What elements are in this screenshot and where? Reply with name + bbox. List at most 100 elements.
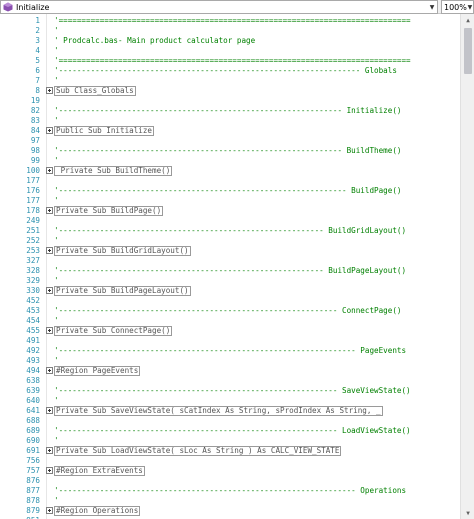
code-line[interactable]: 251 '------------------------------------…: [0, 226, 458, 236]
code-line[interactable]: 3 ' Prodcalc.bas- Main product calculator…: [0, 36, 458, 46]
code-line[interactable]: 99 ': [0, 156, 458, 166]
expand-toggle-icon[interactable]: [46, 327, 53, 334]
code-line[interactable]: 879 #Region Operations: [0, 506, 458, 516]
code-line[interactable]: 452: [0, 296, 458, 306]
comment-text: ': [54, 436, 59, 445]
outline-guide: [40, 477, 46, 485]
scroll-up-arrow-icon[interactable]: ▲: [461, 14, 474, 26]
code-line[interactable]: 454 ': [0, 316, 458, 326]
code-line[interactable]: 638: [0, 376, 458, 386]
line-number: 5: [35, 56, 40, 65]
zoom-dropdown[interactable]: 100% ▼: [441, 0, 474, 14]
collapsed-block[interactable]: Sub Class_Globals: [54, 86, 136, 96]
code-line[interactable]: 494 #Region PageEvents: [0, 366, 458, 376]
code-line[interactable]: 83 ': [0, 116, 458, 126]
code-line[interactable]: 328 '------------------------------------…: [0, 266, 458, 276]
code-line[interactable]: 756: [0, 456, 458, 466]
code-line[interactable]: 689 '------------------------------------…: [0, 426, 458, 436]
collapsed-block[interactable]: Private Sub SaveViewState( sCatIndex As …: [54, 406, 383, 416]
expand-toggle-icon[interactable]: [46, 167, 53, 174]
code-line[interactable]: 177: [0, 176, 458, 186]
expand-toggle-icon[interactable]: [46, 87, 53, 94]
code-line[interactable]: 252 ': [0, 236, 458, 246]
collapsed-block[interactable]: Private Sub BuildTheme(): [54, 166, 173, 176]
code-line[interactable]: 2 ': [0, 26, 458, 36]
collapsed-block[interactable]: Private Sub LoadViewState( sLoc As Strin…: [54, 446, 342, 456]
code-line[interactable]: 878 ': [0, 496, 458, 506]
code-line[interactable]: 493 ': [0, 356, 458, 366]
code-line[interactable]: 5 '======================================…: [0, 56, 458, 66]
comment-text: ': [54, 196, 59, 205]
expand-toggle-icon[interactable]: [46, 507, 53, 514]
code-line[interactable]: 690 ': [0, 436, 458, 446]
line-number: 690: [26, 436, 40, 445]
code-line[interactable]: 688: [0, 416, 458, 426]
expand-toggle-icon[interactable]: [46, 447, 53, 454]
code-line[interactable]: 177 ': [0, 196, 458, 206]
member-dropdown[interactable]: Initialize ▼: [0, 0, 438, 14]
code-text: Private Sub ConnectPage(): [54, 326, 173, 336]
code-line[interactable]: 640 ': [0, 396, 458, 406]
code-line[interactable]: 329 ': [0, 276, 458, 286]
code-line[interactable]: 492 '------------------------------------…: [0, 346, 458, 356]
code-line[interactable]: 491: [0, 336, 458, 346]
code-line[interactable]: 1 '======================================…: [0, 16, 458, 26]
outline-guide: [40, 257, 46, 265]
code-line[interactable]: 8 Sub Class_Globals: [0, 86, 458, 96]
code-line[interactable]: 6 '--------------------------------------…: [0, 66, 458, 76]
outline-guide: [40, 67, 46, 75]
expand-toggle-icon[interactable]: [46, 127, 53, 134]
collapsed-block[interactable]: Private Sub BuildPage(): [54, 206, 164, 216]
code-line[interactable]: 641 Private Sub SaveViewState( sCatIndex …: [0, 406, 458, 416]
code-line[interactable]: 100 Private Sub BuildTheme(): [0, 166, 458, 176]
code-line[interactable]: 639 '------------------------------------…: [0, 386, 458, 396]
collapsed-block[interactable]: Private Sub BuildPageLayout(): [54, 286, 191, 296]
code-line[interactable]: 4 ': [0, 46, 458, 56]
expand-toggle-icon[interactable]: [46, 367, 53, 374]
outline-guide: [40, 307, 46, 315]
code-line[interactable]: 877 '------------------------------------…: [0, 486, 458, 496]
code-line[interactable]: 253 Private Sub BuildGridLayout(): [0, 246, 458, 256]
code-line[interactable]: 98 '-------------------------------------…: [0, 146, 458, 156]
outline-guide: [40, 197, 46, 205]
code-line[interactable]: 453 '------------------------------------…: [0, 306, 458, 316]
collapsed-block[interactable]: Private Sub BuildGridLayout(): [54, 246, 191, 256]
code-text: Sub Class_Globals: [54, 86, 136, 96]
collapsed-block[interactable]: #Region ExtraEvents: [54, 466, 145, 476]
code-line[interactable]: 7 ': [0, 76, 458, 86]
expand-toggle-icon[interactable]: [46, 247, 53, 254]
scroll-down-arrow-icon[interactable]: ▼: [461, 507, 474, 519]
code-line[interactable]: 455 Private Sub ConnectPage(): [0, 326, 458, 336]
code-text: Private Sub BuildPage(): [54, 206, 164, 216]
chevron-down-icon[interactable]: ▼: [427, 1, 437, 13]
expand-toggle-icon[interactable]: [46, 467, 53, 474]
collapsed-block[interactable]: Private Sub ConnectPage(): [54, 326, 173, 336]
code-line[interactable]: 330 Private Sub BuildPageLayout(): [0, 286, 458, 296]
code-line[interactable]: 176 '------------------------------------…: [0, 186, 458, 196]
collapsed-block[interactable]: #Region Operations: [54, 506, 141, 516]
vertical-scrollbar[interactable]: ▲ ▼: [460, 14, 474, 519]
code-line[interactable]: 84 Public Sub Initialize: [0, 126, 458, 136]
collapsed-block[interactable]: Public Sub Initialize: [54, 126, 155, 136]
code-line[interactable]: 178 Private Sub BuildPage(): [0, 206, 458, 216]
expand-toggle-icon[interactable]: [46, 407, 53, 414]
scrollbar-thumb[interactable]: [464, 28, 472, 74]
code-line[interactable]: 327: [0, 256, 458, 266]
code-line[interactable]: 876: [0, 476, 458, 486]
code-line[interactable]: 757 #Region ExtraEvents: [0, 466, 458, 476]
code-line[interactable]: 249: [0, 216, 458, 226]
comment-text: '---------------------------------------…: [54, 346, 407, 355]
collapsed-block[interactable]: #Region PageEvents: [54, 366, 141, 376]
chevron-down-icon[interactable]: ▼: [467, 1, 473, 13]
code-editor[interactable]: 1 '======================================…: [0, 14, 474, 519]
expand-toggle-icon[interactable]: [46, 207, 53, 214]
code-line[interactable]: 19: [0, 96, 458, 106]
code-line[interactable]: 82 '-------------------------------------…: [0, 106, 458, 116]
outline-guide: [40, 487, 46, 495]
expand-toggle-icon[interactable]: [46, 287, 53, 294]
outline-guide: [40, 107, 46, 115]
code-line[interactable]: 691 Private Sub LoadViewState( sLoc As St…: [0, 446, 458, 456]
code-line[interactable]: 97: [0, 136, 458, 146]
outline-guide: [40, 57, 46, 65]
comment-text: '---------------------------------------…: [54, 426, 411, 435]
